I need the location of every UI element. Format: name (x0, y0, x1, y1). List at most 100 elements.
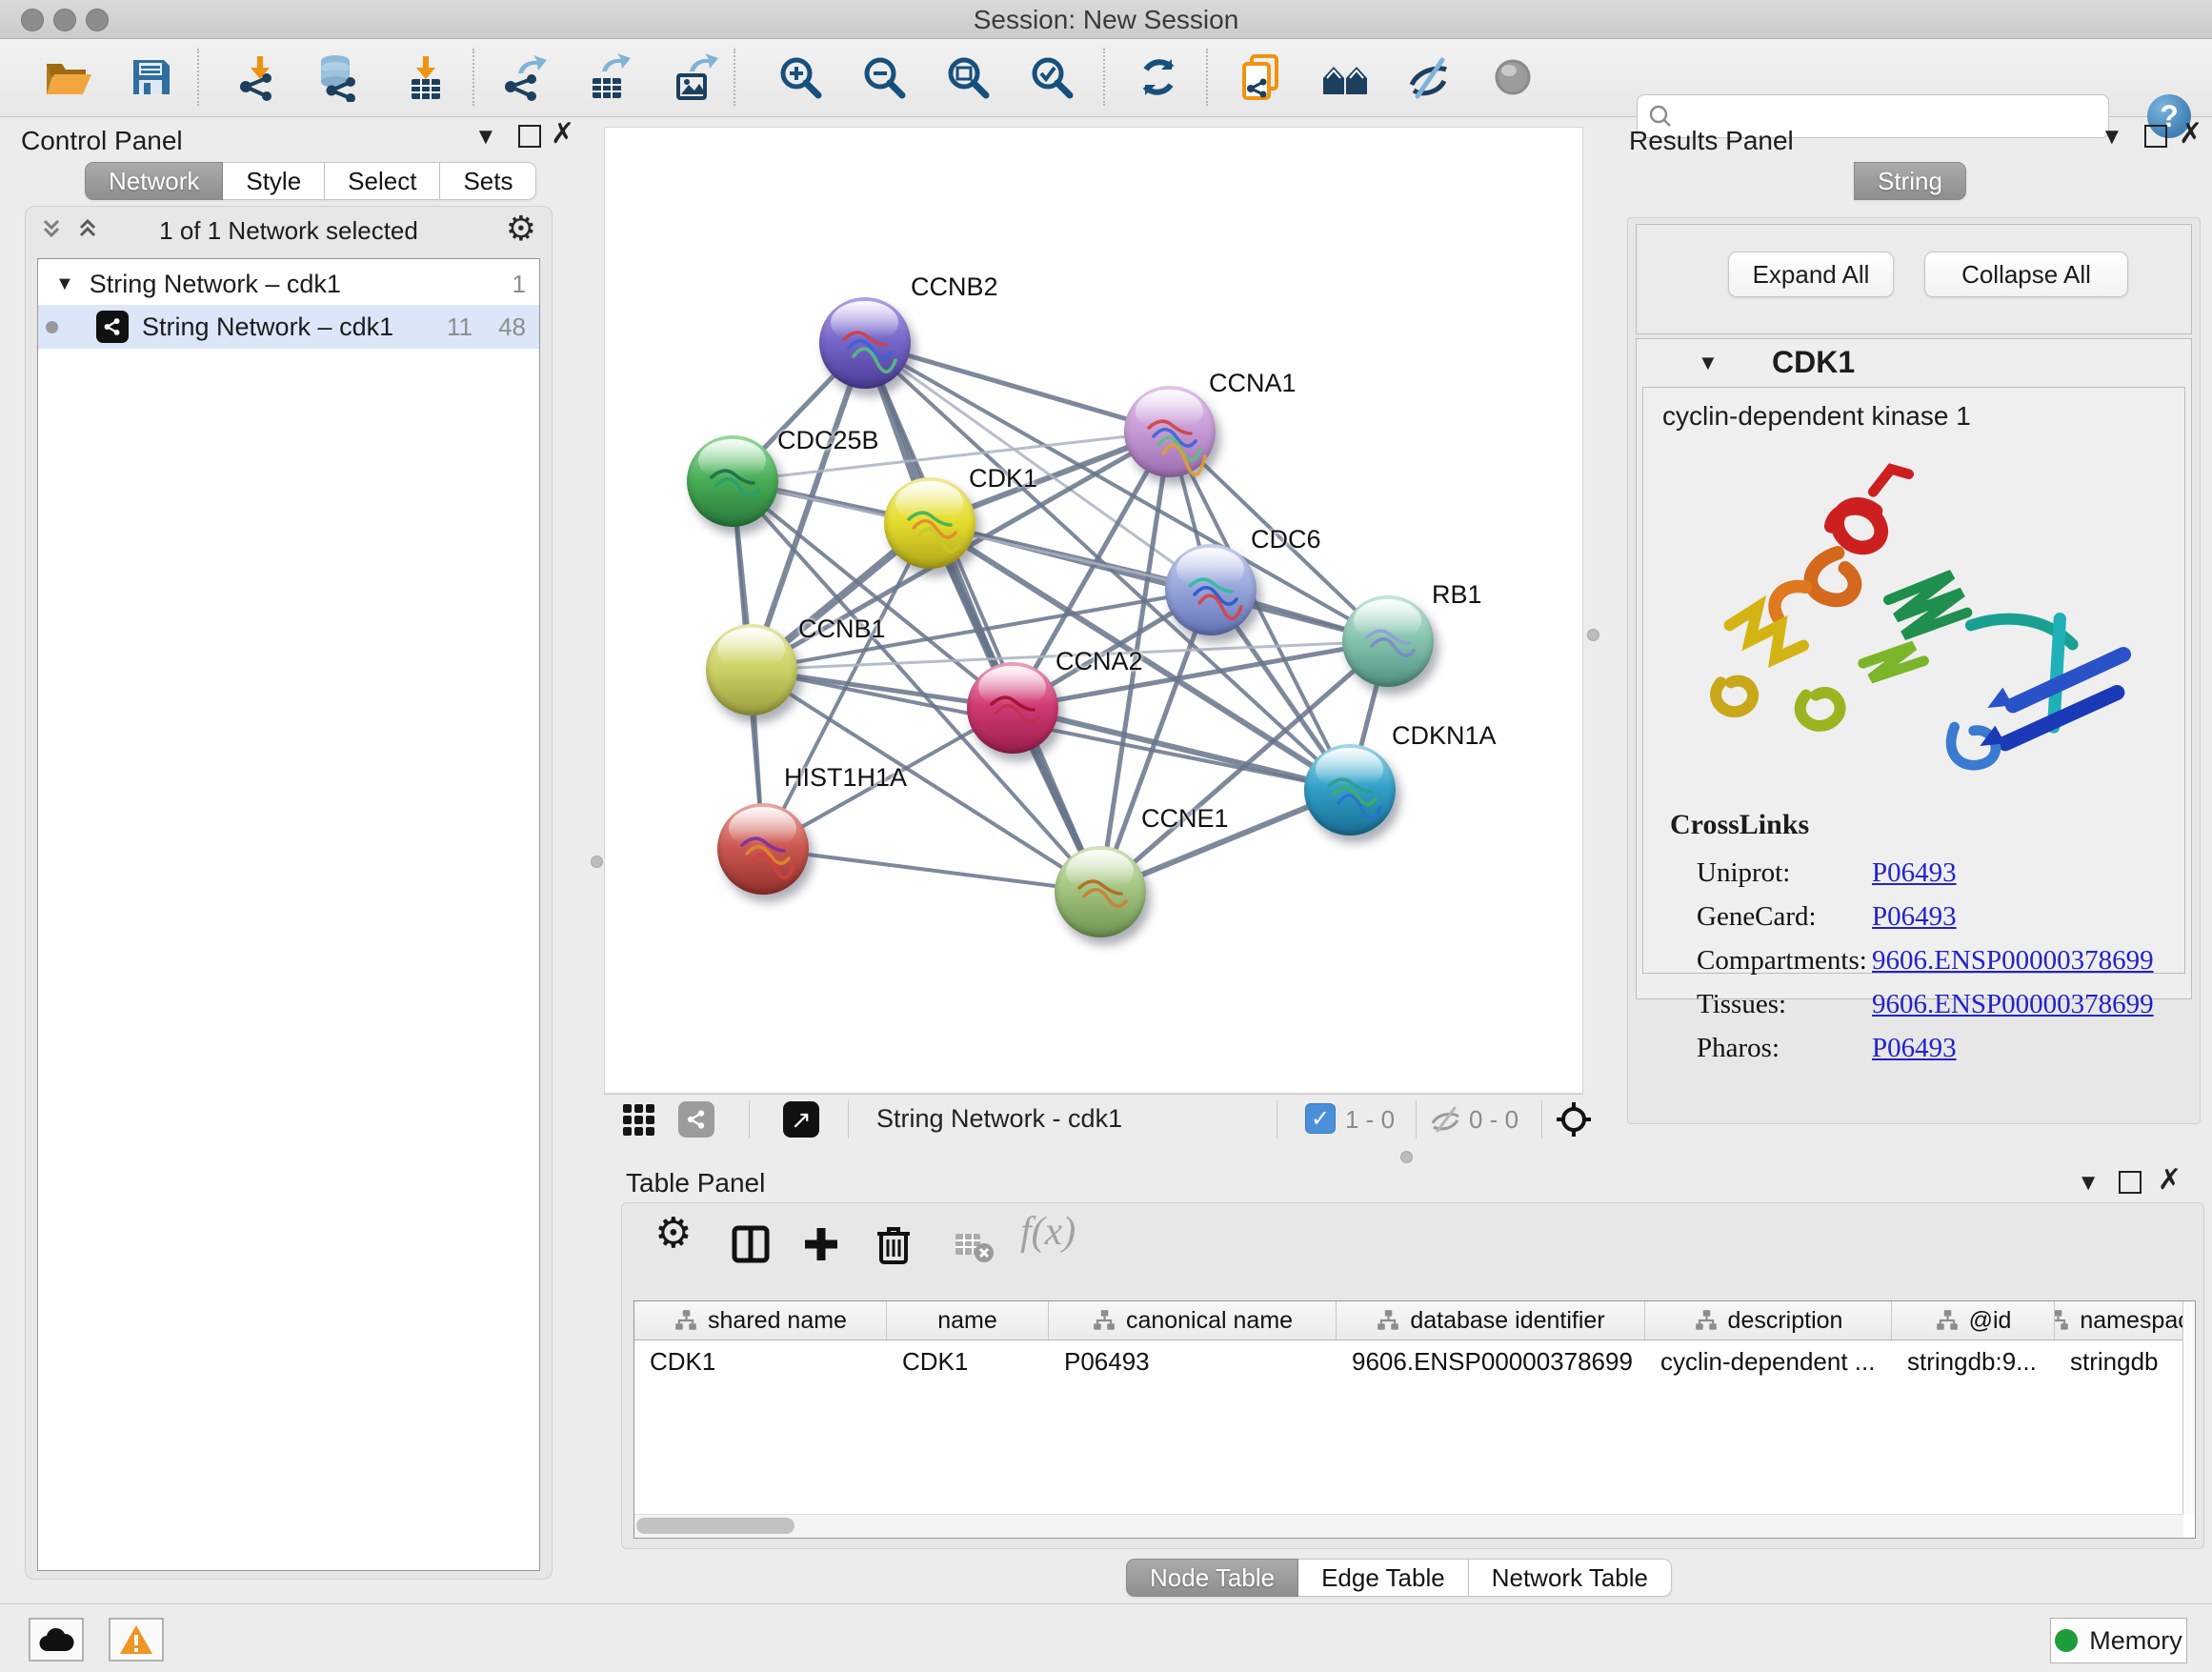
column-header-name[interactable]: name (887, 1301, 1049, 1340)
node-cdkn1a[interactable] (1304, 744, 1396, 836)
fit-content-crosshair-icon[interactable] (1555, 1100, 1593, 1138)
zoom-out-icon[interactable] (859, 52, 909, 102)
column-header-shared-name[interactable]: shared name (634, 1301, 887, 1340)
crosslink-label: Pharos: (1697, 1033, 1872, 1064)
first-neighbors-icon[interactable] (1320, 52, 1370, 102)
tab-network[interactable]: Network (85, 162, 223, 200)
panel-float-icon[interactable]: ▼ (474, 124, 497, 151)
tree-expand-caret-icon[interactable]: ▼ (55, 273, 74, 295)
table-horizontal-scrollbar[interactable] (634, 1514, 2183, 1538)
import-network-from-file-icon[interactable] (234, 52, 284, 102)
export-image-icon[interactable] (669, 52, 718, 102)
clone-network-icon[interactable] (1237, 52, 1286, 102)
table-cell[interactable]: CDK1 (887, 1340, 1049, 1382)
column-header-canonical-name[interactable]: canonical name (1049, 1301, 1337, 1340)
table-vertical-scrollbar[interactable] (2182, 1301, 2195, 1515)
column-header-namespace[interactable]: namespace (2055, 1301, 2195, 1340)
network-row-selected[interactable]: String Network – cdk1 11 48 (38, 305, 539, 349)
table-row[interactable]: CDK1CDK1P064939606.ENSP00000378699cyclin… (634, 1340, 2195, 1382)
panel-close-icon[interactable]: ✗ (2179, 117, 2202, 151)
tab-select[interactable]: Select (325, 162, 440, 200)
table-cell[interactable]: stringdb:9... (1892, 1340, 2055, 1382)
panel-maximize-icon[interactable] (518, 125, 541, 148)
network-overview-icon[interactable] (678, 1101, 714, 1138)
birdseye-grid-icon[interactable] (623, 1104, 654, 1136)
panel-close-icon[interactable]: ✗ (551, 117, 574, 151)
tab-node-table[interactable]: Node Table (1126, 1559, 1298, 1597)
crosslink-value[interactable]: 9606.ENSP00000378699 (1872, 989, 2154, 1020)
crosslink-value[interactable]: 9606.ENSP00000378699 (1872, 945, 2154, 977)
panel-float-icon[interactable]: ▼ (2077, 1170, 2100, 1197)
network-collection-row[interactable]: ▼ String Network – cdk1 1 (38, 263, 539, 305)
node-ccnb2[interactable] (819, 297, 911, 389)
expand-all-button[interactable]: Expand All (1728, 252, 1894, 297)
crosslink-value[interactable]: P06493 (1872, 1033, 1957, 1064)
refresh-icon[interactable] (1134, 52, 1183, 102)
crosslink-value[interactable]: P06493 (1872, 857, 1957, 889)
collapse-all-button[interactable]: Collapse All (1924, 252, 2128, 297)
save-session-icon[interactable] (126, 52, 175, 102)
export-network-icon[interactable] (499, 52, 549, 102)
open-session-icon[interactable] (42, 52, 91, 102)
node-ccne1[interactable] (1055, 846, 1146, 937)
import-network-from-database-icon[interactable] (314, 52, 364, 102)
scrollbar-thumb[interactable] (636, 1518, 794, 1534)
memory-button[interactable]: Memory (2050, 1618, 2187, 1663)
cloud-status-button[interactable] (29, 1618, 84, 1662)
column-header--id[interactable]: @id (1892, 1301, 2055, 1340)
node-cdk1[interactable] (884, 477, 975, 569)
gene-section: ▼ CDK1 cyclin-dependent kinase 1 (1636, 338, 2192, 999)
panel-maximize-icon[interactable] (2119, 1171, 2142, 1194)
network-canvas[interactable]: CCNB2CCNA1CDC25BCDK1CDC6RB1CCNB1CCNA2CDK… (604, 127, 1583, 1094)
table-cell[interactable]: 9606.ENSP00000378699 (1337, 1340, 1645, 1382)
tab-network-table[interactable]: Network Table (1469, 1559, 1672, 1597)
node-label-ccna2: CCNA2 (1056, 647, 1143, 676)
column-header-database-identifier[interactable]: database identifier (1337, 1301, 1645, 1340)
node-cdc25b[interactable] (687, 435, 778, 527)
left-splitter-handle[interactable] (591, 856, 603, 868)
create-column-plus-icon[interactable] (799, 1222, 843, 1266)
gene-collapse-caret-icon[interactable]: ▼ (1698, 351, 1719, 375)
panel-maximize-icon[interactable] (2144, 125, 2167, 148)
table-cell[interactable]: cyclin-dependent ... (1645, 1340, 1892, 1382)
node-hist1h1a[interactable] (717, 803, 809, 895)
table-cell[interactable]: CDK1 (634, 1340, 887, 1382)
node-rb1[interactable] (1342, 595, 1434, 687)
delete-column-trash-icon[interactable] (872, 1222, 915, 1266)
tab-style[interactable]: Style (223, 162, 325, 200)
tab-sets[interactable]: Sets (440, 162, 536, 200)
zoom-fit-icon[interactable] (943, 52, 993, 102)
table-options-gear-icon[interactable]: ⚙ (654, 1209, 692, 1258)
toolbar-separator (1103, 49, 1105, 106)
toolbar-separator (197, 49, 199, 106)
detach-view-icon[interactable]: ↗ (783, 1101, 819, 1138)
protein-structure-image (1685, 441, 2142, 803)
panel-float-icon[interactable]: ▼ (2101, 124, 2123, 151)
crosslink-value[interactable]: P06493 (1872, 901, 1957, 933)
show-all-icon[interactable] (1488, 52, 1538, 102)
table-cell[interactable]: stringdb (2055, 1340, 2195, 1382)
tab-edge-table[interactable]: Edge Table (1298, 1559, 1469, 1597)
node-ccnb1[interactable] (706, 624, 797, 715)
network-options-gear-icon[interactable]: ⚙ (506, 209, 536, 249)
warnings-button[interactable] (109, 1618, 164, 1662)
node-ccna2[interactable] (967, 662, 1058, 754)
crosslink-row: Pharos:P06493 (1697, 1026, 2175, 1070)
hide-selected-icon[interactable] (1404, 52, 1454, 102)
zoom-in-icon[interactable] (775, 52, 825, 102)
column-label: namespace (2080, 1307, 2195, 1335)
export-table-icon[interactable] (583, 52, 633, 102)
import-table-from-file-icon[interactable] (400, 52, 450, 102)
panel-close-icon[interactable]: ✗ (2158, 1163, 2182, 1197)
selected-checkbox-icon[interactable]: ✓ (1305, 1103, 1336, 1134)
zoom-selected-icon[interactable] (1027, 52, 1076, 102)
tab-string[interactable]: String (1854, 162, 1966, 200)
node-ccna1[interactable] (1124, 386, 1216, 477)
right-splitter-handle[interactable] (1587, 629, 1599, 641)
table-cell[interactable]: P06493 (1049, 1340, 1337, 1382)
column-header-description[interactable]: description (1645, 1301, 1892, 1340)
column-tree-icon (2055, 1308, 2070, 1333)
node-cdc6[interactable] (1165, 544, 1257, 635)
node-gloss (717, 628, 784, 671)
show-columns-icon[interactable] (729, 1222, 773, 1266)
